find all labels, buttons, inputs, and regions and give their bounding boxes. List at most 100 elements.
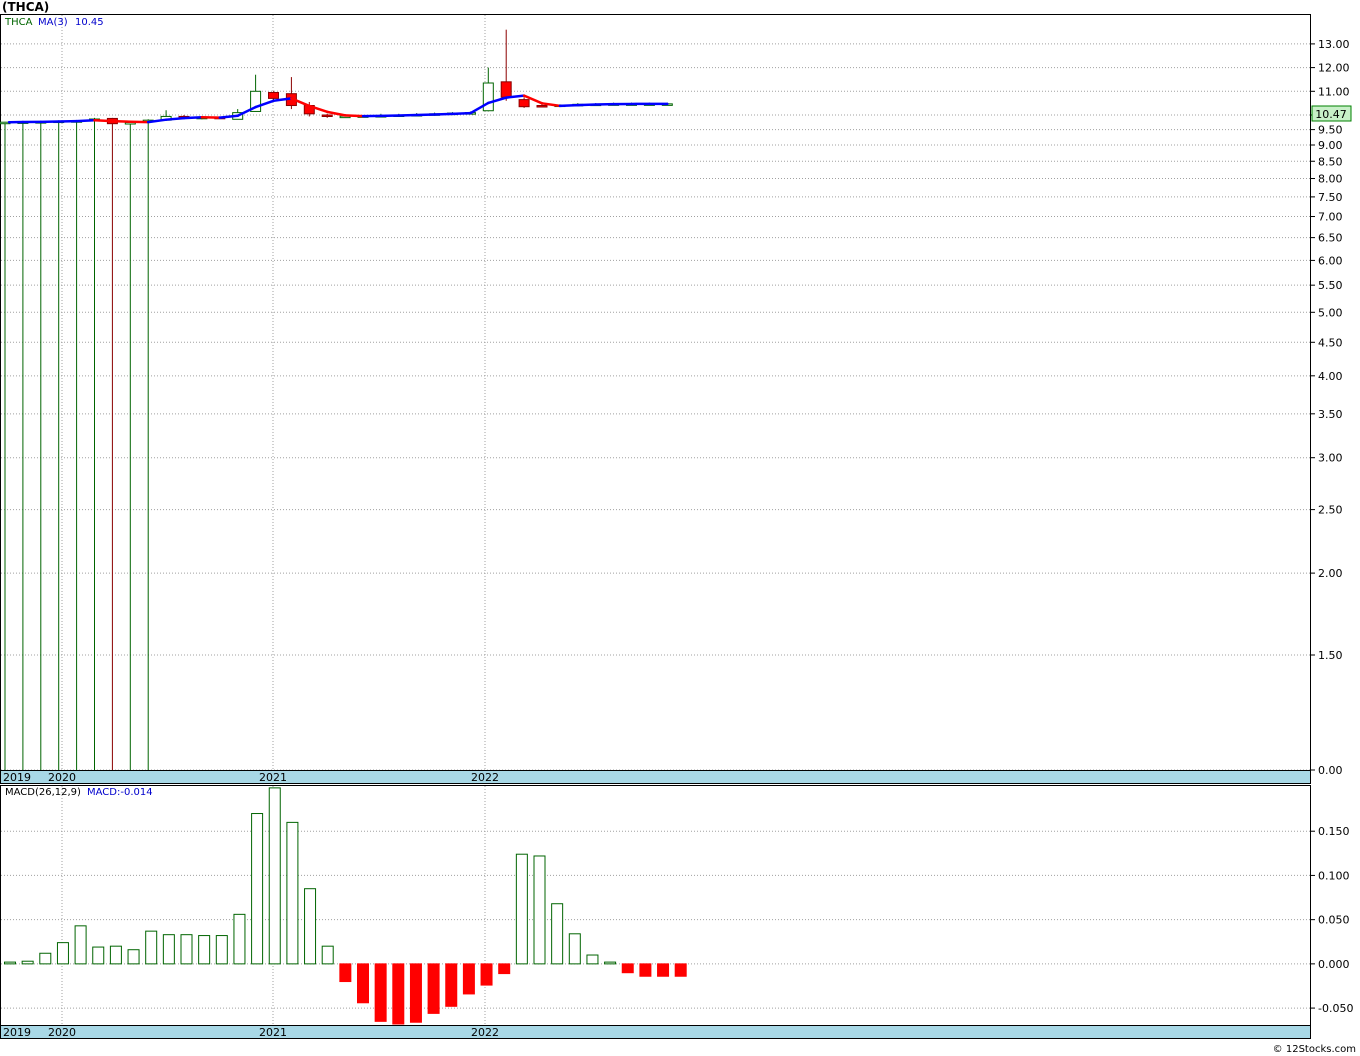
price-tick-label: 5.50 <box>1318 279 1343 292</box>
macd-bar <box>56 942 69 965</box>
macd-tick-label: 0.150 <box>1318 825 1350 838</box>
macd-bar <box>4 961 16 965</box>
macd-bar <box>74 925 87 965</box>
last-price-box: 10.47 <box>1311 105 1352 122</box>
macd-tick-label: 0.100 <box>1318 869 1350 882</box>
price-x-tick-label: 2021 <box>259 771 287 784</box>
macd-bar <box>251 813 264 965</box>
last-price-label: 10.47 <box>1315 108 1347 121</box>
price-tick-label: 8.00 <box>1318 173 1343 186</box>
macd-tick-label: -0.050 <box>1318 1002 1353 1015</box>
ma-segment <box>164 116 186 121</box>
macd-bar <box>92 946 105 965</box>
candle-body <box>321 114 333 117</box>
macd-bar <box>21 960 34 965</box>
candle-body <box>518 99 530 108</box>
macd-bar <box>145 930 158 965</box>
price-tick-label: 4.00 <box>1318 370 1343 383</box>
macd-x-tick-label: 2022 <box>471 1026 499 1039</box>
legend-ma-value: 10.45 <box>75 17 104 28</box>
macd-bar <box>286 821 299 965</box>
price-tick-label: 8.50 <box>1318 155 1343 168</box>
macd-legend: MACD(26,12,9) MACD:-0.014 <box>5 787 153 798</box>
price-tick-label: 2.00 <box>1318 567 1343 580</box>
ma-segment <box>182 115 204 120</box>
macd-bar <box>162 934 175 965</box>
macd-tick-label: 0.050 <box>1318 914 1350 927</box>
price-tick-label: 6.00 <box>1318 254 1343 267</box>
macd-bar <box>409 963 422 1023</box>
legend-symbol: THCA <box>4 17 33 28</box>
macd-bar <box>39 952 52 965</box>
candle-body <box>482 82 494 112</box>
macd-bar <box>621 963 634 974</box>
macd-bar <box>127 949 140 965</box>
macd-bar <box>657 963 670 977</box>
macd-bar <box>321 945 334 965</box>
price-panel: 13.0012.0011.0010.009.509.008.508.007.50… <box>0 14 1352 784</box>
ma-segment <box>75 119 96 123</box>
macd-x-tick-label: 2020 <box>48 1026 76 1039</box>
macd-bar <box>180 934 193 965</box>
macd-bar <box>427 963 440 1014</box>
macd-panel-frame <box>0 785 1311 1026</box>
ma-segment <box>433 112 454 116</box>
macd-bar <box>515 853 528 965</box>
macd-bar <box>604 961 617 965</box>
price-tick-label: 3.50 <box>1318 408 1343 421</box>
ma-segment <box>343 114 365 118</box>
macd-bar <box>445 963 458 1007</box>
macd-bar <box>568 933 581 965</box>
price-legend: THCA MA(3) 10.45 <box>4 17 104 28</box>
macd-bar <box>586 954 599 965</box>
price-tick-label: 12.00 <box>1318 62 1350 75</box>
price-tick-label: 9.50 <box>1318 124 1343 137</box>
macd-bar <box>215 935 228 965</box>
price-y-axis: 13.0012.0011.0010.009.509.008.508.007.50… <box>1310 38 1350 777</box>
macd-bar <box>551 903 564 965</box>
macd-bar <box>357 963 369 1004</box>
price-tick-label: 3.00 <box>1318 452 1343 465</box>
legend-ma-label: MA(3) <box>38 17 68 28</box>
ma-segment <box>576 103 597 107</box>
macd-bar <box>674 963 687 977</box>
price-tick-label: 2.50 <box>1318 504 1343 517</box>
candle-body <box>268 91 279 99</box>
ma-segment <box>111 119 132 123</box>
price-tick-label: 13.00 <box>1318 38 1350 51</box>
macd-bar <box>233 913 246 965</box>
price-tick-label: 11.00 <box>1318 85 1350 98</box>
price-x-tick-label: 2020 <box>48 771 76 784</box>
price-x-axis-band <box>0 770 1311 784</box>
macd-bar <box>374 963 387 1022</box>
macd-y-axis: 0.150 0.100 0.050 0.000 -0.050 <box>1310 825 1353 1015</box>
stock-chart: 13.0012.0011.0010.009.509.008.508.007.50… <box>0 14 1353 1039</box>
macd-bar <box>109 945 122 965</box>
price-panel-frame <box>0 14 1311 771</box>
macd-x-axis-band <box>0 1025 1311 1039</box>
price-tick-label: 7.00 <box>1318 211 1343 224</box>
macd-panel: 0.150 0.100 0.050 0.000 -0.050 2019 2020 2021 2… <box>0 785 1353 1039</box>
macd-bar <box>639 963 652 977</box>
ma-segment <box>558 103 580 108</box>
macd-bar <box>462 963 475 995</box>
macd-x-tick-label: 2019 <box>3 1026 31 1039</box>
ma-segment <box>451 111 472 116</box>
macd-bar <box>480 963 493 986</box>
macd-legend-label: MACD(26,12,9) <box>5 787 81 798</box>
candle-body <box>536 105 548 108</box>
price-tick-label: 1.50 <box>1318 649 1343 662</box>
macd-bar <box>392 963 405 1025</box>
copyright-text: © 12Stocks.com <box>1272 1044 1356 1055</box>
price-x-tick-label: 2019 <box>3 771 31 784</box>
macd-bar <box>198 935 211 965</box>
price-tick-label: 7.50 <box>1318 191 1343 204</box>
candle-body <box>500 81 512 98</box>
macd-bar <box>498 963 511 975</box>
macd-bar <box>533 855 546 965</box>
macd-bar <box>268 787 281 965</box>
price-tick-label: 4.50 <box>1318 336 1343 349</box>
price-tick-label: 9.00 <box>1318 139 1343 152</box>
price-tick-label: 0.00 <box>1318 764 1343 777</box>
macd-bar <box>339 963 352 983</box>
